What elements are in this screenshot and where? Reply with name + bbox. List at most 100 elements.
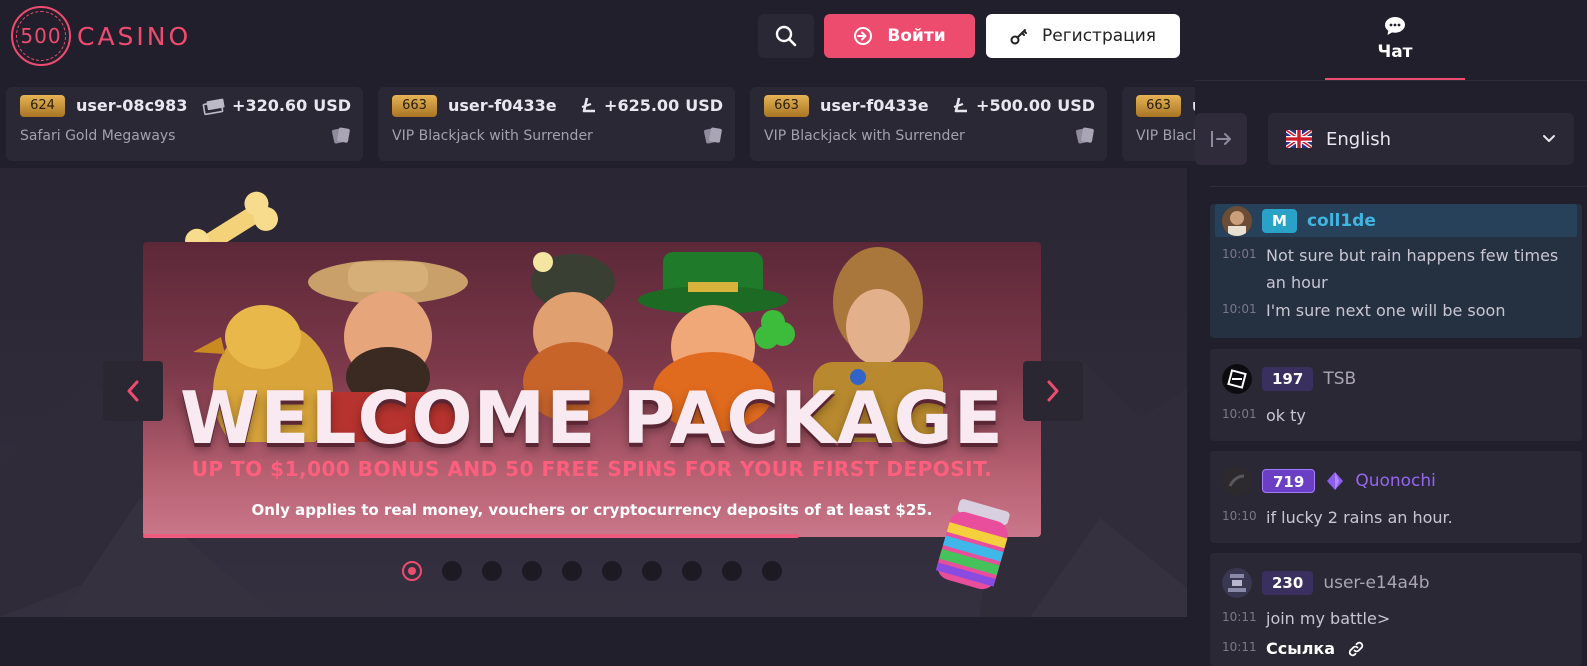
carousel-dot[interactable]: [482, 561, 502, 581]
win-card[interactable]: 624 user-08c983 +320.60 USD Safari Gold …: [6, 87, 363, 161]
win-amount: +320.60 USD: [202, 95, 351, 117]
litecoin-icon: [953, 97, 968, 113]
user-level-badge: 624: [20, 95, 65, 117]
carousel-dot[interactable]: [762, 561, 782, 581]
win-currency: USD: [313, 96, 351, 115]
avatar-image: [1222, 206, 1252, 236]
message-text: Not sure but rain happens few times an h…: [1266, 246, 1559, 292]
win-game-name: VIP Blackjack with Surrender: [764, 128, 965, 144]
collapse-chat-button[interactable]: [1195, 113, 1247, 165]
message-line: 10:11 Ссылка: [1222, 635, 1365, 662]
chat-username[interactable]: TSB: [1323, 369, 1356, 389]
chat-username[interactable]: user-e14a4b: [1323, 573, 1429, 593]
message-text: I'm sure next one will be soon: [1266, 301, 1506, 320]
game-cards-icon: [332, 127, 350, 144]
avatar-image: [1222, 364, 1252, 394]
logo-ring: 500: [11, 6, 71, 66]
win-card[interactable]: 663 user-f0433e +625.00 USD VIP Blackjac…: [378, 87, 735, 161]
carousel-dot[interactable]: [682, 561, 702, 581]
chat-username[interactable]: coll1de: [1307, 211, 1376, 231]
litecoin-icon: [581, 97, 596, 113]
win-card[interactable]: 663 user-f0433e +500.00 USD VIP Blackjac…: [750, 87, 1107, 161]
user-level-badge: 663: [392, 95, 437, 117]
login-label: Войти: [887, 26, 946, 46]
logo[interactable]: 500 CASINO: [11, 6, 191, 66]
message-link[interactable]: Ссылка: [1266, 635, 1335, 662]
win-amount-value: +500.00: [976, 96, 1052, 115]
message-header: M coll1de: [1222, 206, 1376, 236]
key-icon: [1010, 29, 1027, 45]
message-header: 230 user-e14a4b: [1222, 568, 1430, 598]
banner-slide[interactable]: WELCOME PACKAGE UP TO $1,000 BONUS AND 5…: [143, 242, 1041, 537]
chat-sidebar: Чат English M coll1de 10:01 Not sure but…: [1195, 0, 1587, 666]
carousel-dot[interactable]: [722, 561, 742, 581]
banner-subtitle: UP TO $1,000 BONUS AND 50 FREE SPINS FOR…: [191, 457, 993, 481]
language-select[interactable]: English: [1268, 113, 1574, 165]
collapse-arrow-icon: [1211, 131, 1231, 147]
header: 500 CASINO Войти Регистрация: [0, 0, 1195, 80]
message-line: 10:01 Not sure but rain happens few time…: [1222, 242, 1576, 296]
carousel-prev-button[interactable]: [103, 361, 163, 421]
win-game-name: VIP Blackjack with Surrender: [392, 128, 593, 144]
win-game-name: VIP Black: [1136, 128, 1195, 144]
win-currency: USD: [685, 96, 723, 115]
message-time: 10:01: [1222, 247, 1257, 261]
win-amount: +500.00 USD: [952, 95, 1095, 117]
win-amount: +625.00 USD: [580, 95, 723, 117]
language-label: English: [1326, 128, 1391, 150]
message-line: 10:01 ok ty: [1222, 402, 1576, 429]
carousel-dot[interactable]: [522, 561, 542, 581]
carousel-next-button[interactable]: [1023, 361, 1083, 421]
message-time: 10:11: [1222, 640, 1257, 654]
logo-text: CASINO: [77, 21, 192, 51]
chat-message: 230 user-e14a4b 10:11 join my battle> 10…: [1210, 553, 1582, 666]
chat-username[interactable]: Quonochi: [1355, 471, 1436, 491]
chevron-down-icon: [1543, 135, 1555, 142]
login-icon: [854, 27, 873, 45]
win-username: user-f0433e: [820, 96, 929, 115]
message-time: 10:11: [1222, 610, 1257, 624]
chat-message: M coll1de 10:01 Not sure but rain happen…: [1210, 204, 1582, 338]
user-level-badge: 663: [764, 95, 809, 117]
win-card[interactable]: 663 u VIP Black: [1122, 87, 1195, 161]
user-level-badge: 663: [1136, 95, 1181, 117]
user-level-badge: M: [1262, 209, 1297, 233]
message-text: join my battle>: [1266, 609, 1391, 628]
login-button[interactable]: Войти: [824, 14, 975, 58]
tab-chat[interactable]: Чат: [1325, 0, 1465, 80]
banner-title: WELCOME PACKAGE: [180, 376, 1004, 460]
link-icon: [1348, 641, 1364, 657]
avatar-image: [1222, 466, 1252, 496]
avatar[interactable]: [1222, 364, 1252, 394]
divider: [1195, 80, 1587, 81]
user-level-badge: 197: [1262, 367, 1314, 391]
carousel-dot[interactable]: [642, 561, 662, 581]
message-line: 10:10 if lucky 2 rains an hour.: [1222, 504, 1576, 531]
chevron-left-icon: [127, 380, 139, 402]
banner-carousel: WELCOME PACKAGE UP TO $1,000 BONUS AND 5…: [0, 168, 1187, 617]
search-button[interactable]: [758, 14, 814, 58]
avatar-image: [1222, 568, 1252, 598]
win-username: user-f0433e: [448, 96, 557, 115]
register-button[interactable]: Регистрация: [986, 14, 1180, 58]
carousel-dot[interactable]: [602, 561, 622, 581]
carousel-dot[interactable]: [562, 561, 582, 581]
user-level-badge: 719: [1262, 469, 1316, 493]
recent-wins-ticker: 624 user-08c983 +320.60 USD Safari Gold …: [6, 87, 1195, 161]
message-header: 197 TSB: [1222, 364, 1356, 394]
avatar[interactable]: [1222, 206, 1252, 236]
user-level-badge: 230: [1262, 571, 1314, 595]
chat-message: 197 TSB 10:01 ok ty: [1210, 349, 1582, 441]
main-area: 500 CASINO Войти Регистрация 624 user-08…: [0, 0, 1195, 666]
carousel-dot[interactable]: [402, 561, 422, 581]
message-line: 10:11 join my battle>: [1222, 605, 1576, 632]
carousel-dot[interactable]: [442, 561, 462, 581]
game-cards-icon: [704, 127, 722, 144]
win-amount-value: +320.60: [232, 96, 308, 115]
chevron-right-icon: [1047, 380, 1059, 402]
banner-note: Only applies to real money, vouchers or …: [251, 501, 933, 519]
avatar[interactable]: [1222, 466, 1252, 496]
message-time: 10:01: [1222, 407, 1257, 421]
avatar[interactable]: [1222, 568, 1252, 598]
chat-message: 719 Quonochi 10:10 if lucky 2 rains an h…: [1210, 451, 1582, 543]
